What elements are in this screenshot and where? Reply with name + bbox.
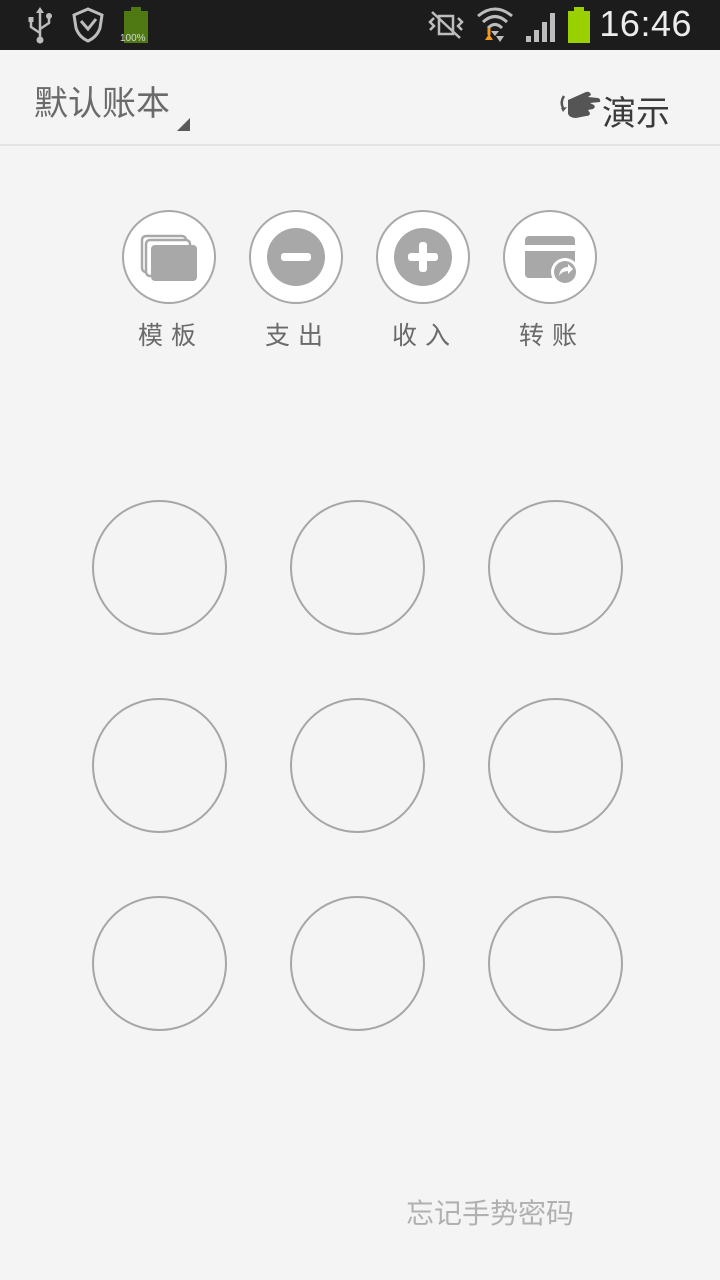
signal-icon xyxy=(524,8,560,48)
template-cards-icon xyxy=(140,234,197,281)
account-book-selector[interactable]: 默认账本 xyxy=(34,72,194,132)
pattern-dot-2[interactable] xyxy=(290,500,425,635)
demo-label: 演示 xyxy=(602,94,670,134)
pattern-dot-1[interactable] xyxy=(92,500,227,635)
pattern-dot-5[interactable] xyxy=(290,698,425,833)
demo-button[interactable]: 演示 xyxy=(558,86,674,134)
transfer-card-icon xyxy=(525,236,579,286)
pattern-dot-3[interactable] xyxy=(488,500,623,635)
plus-circle-icon xyxy=(394,228,452,286)
app-header: 默认账本 演示 xyxy=(0,50,720,146)
shield-icon xyxy=(70,6,106,48)
transfer-label: 转账 xyxy=(518,321,585,350)
income-label: 收入 xyxy=(391,321,458,350)
income-ring xyxy=(376,210,470,304)
account-book-title: 默认账本 xyxy=(34,84,170,124)
pattern-dot-8[interactable] xyxy=(290,896,425,1031)
income-button[interactable]: 收入 xyxy=(368,210,478,350)
battery-full-icon xyxy=(566,6,594,48)
status-clock: 16:46 xyxy=(599,3,692,44)
mute-vibrate-icon xyxy=(426,8,466,46)
expense-label: 支出 xyxy=(264,321,331,350)
pattern-lock[interactable] xyxy=(92,500,628,1036)
expense-button[interactable]: 支出 xyxy=(241,210,351,350)
usb-icon xyxy=(26,7,54,49)
expense-ring xyxy=(249,210,343,304)
hand-pointer-icon xyxy=(558,86,602,130)
minus-circle-icon xyxy=(267,228,325,286)
template-ring xyxy=(122,210,216,304)
status-bar: 100% 16:46 xyxy=(0,0,720,50)
transfer-ring xyxy=(503,210,597,304)
pattern-dot-9[interactable] xyxy=(488,896,623,1031)
pattern-dot-6[interactable] xyxy=(488,698,623,833)
template-label: 模板 xyxy=(137,321,204,350)
transfer-button[interactable]: 转账 xyxy=(495,210,605,350)
quick-actions: 模板 支出 收入 转账 xyxy=(0,210,720,360)
battery-percent: 100% xyxy=(120,33,146,44)
forgot-gesture-password-link[interactable]: 忘记手势密码 xyxy=(406,1192,574,1232)
pattern-dot-4[interactable] xyxy=(92,698,227,833)
dropdown-arrow-icon xyxy=(177,118,190,131)
wifi-icon xyxy=(476,4,514,48)
template-button[interactable]: 模板 xyxy=(114,210,224,350)
pattern-dot-7[interactable] xyxy=(92,896,227,1031)
